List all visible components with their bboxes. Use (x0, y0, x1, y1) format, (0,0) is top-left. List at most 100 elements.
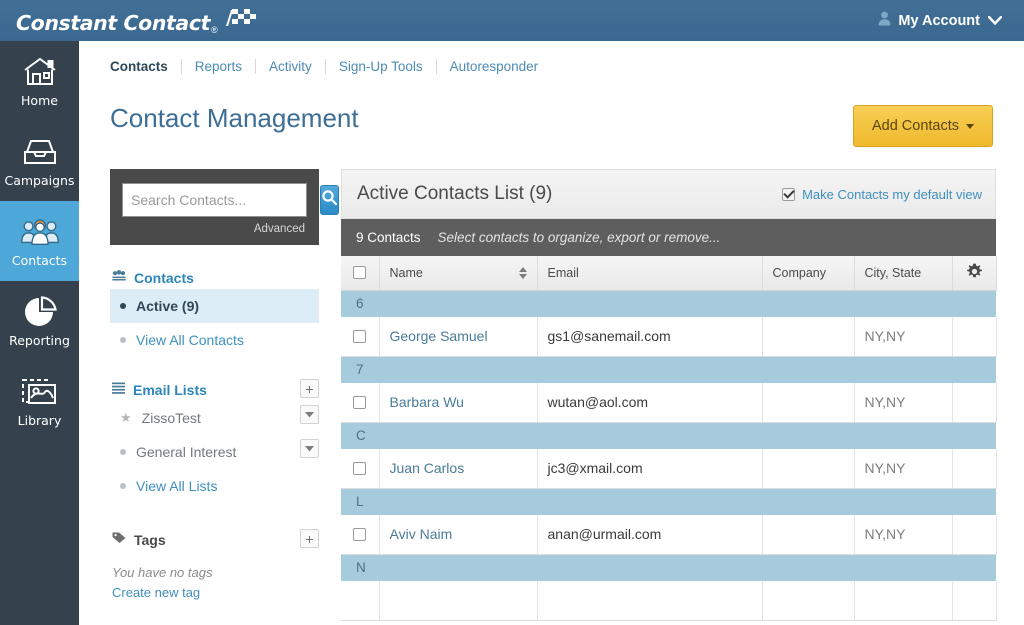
table-row[interactable]: George Samuel gs1@sanemail.com NY,NY (341, 317, 996, 356)
group-header-label: N (341, 554, 996, 581)
row-name[interactable]: Barbara Wu (379, 383, 537, 422)
table-row[interactable]: Juan Carlos jc3@xmail.com NY,NY (341, 449, 996, 488)
zissotest-dropdown-button[interactable] (300, 405, 319, 424)
brand-logo[interactable]: Constant Contact ® (0, 6, 258, 35)
column-header-city-state[interactable]: City, State (854, 256, 952, 290)
sidebar-item-general-interest[interactable]: General Interest (110, 435, 319, 469)
row-city-state: NY,NY (854, 515, 952, 554)
my-account-menu[interactable]: My Account (878, 11, 1024, 30)
select-all-checkbox[interactable] (353, 266, 366, 279)
search-button[interactable] (320, 185, 339, 215)
default-view-label: Make Contacts my default view (802, 187, 982, 202)
row-name[interactable]: Aviv Naim (379, 515, 537, 554)
row-email: gs1@sanemail.com (537, 317, 762, 356)
search-row (122, 183, 307, 217)
active-contacts-label: Active (9) (136, 298, 199, 314)
sidebar-item-reporting[interactable]: Reporting (0, 281, 79, 361)
row-email: anan@urmail.com (537, 515, 762, 554)
row-select-cell[interactable] (341, 581, 379, 620)
top-header-bar: Constant Contact ® My Acc (0, 0, 1024, 41)
column-settings-header[interactable] (952, 256, 996, 290)
sidebar-item-zissotest[interactable]: ★ ZissoTest (110, 401, 319, 435)
default-view-checkbox[interactable] (782, 188, 795, 201)
bullet-icon (120, 483, 126, 489)
group-header-label: C (341, 422, 996, 449)
add-contacts-button[interactable]: Add Contacts (853, 105, 993, 147)
person-icon (878, 11, 891, 30)
sidebar-item-contacts-label: Contacts (12, 253, 67, 268)
group-header-row: L (341, 488, 996, 515)
campaigns-envelope-icon (21, 135, 59, 169)
advanced-search-link[interactable]: Advanced (122, 223, 307, 235)
table-row[interactable] (341, 581, 996, 620)
view-all-contacts-label: View All Contacts (136, 332, 244, 348)
contacts-people-icon (21, 215, 59, 249)
row-checkbox[interactable] (353, 528, 366, 541)
row-city-state (854, 581, 952, 620)
sidebar-item-view-all-lists[interactable]: View All Lists (110, 469, 319, 503)
column-header-name[interactable]: Name (379, 256, 537, 290)
sort-arrows-icon[interactable] (519, 267, 527, 279)
row-city-state: NY,NY (854, 383, 952, 422)
add-tag-button[interactable]: + (300, 529, 319, 548)
default-view-toggle[interactable]: Make Contacts my default view (782, 187, 982, 202)
row-checkbox[interactable] (353, 330, 366, 343)
library-image-icon (21, 375, 59, 409)
sidebar-item-contacts[interactable]: Contacts (0, 201, 79, 281)
group-header-label: 7 (341, 356, 996, 383)
row-actions (952, 449, 996, 488)
search-input[interactable] (123, 184, 320, 216)
row-city-state: NY,NY (854, 317, 952, 356)
row-name[interactable] (379, 581, 537, 620)
tab-activity[interactable]: Activity (256, 59, 326, 74)
sidebar-item-home[interactable]: Home (0, 41, 79, 121)
row-actions (952, 317, 996, 356)
row-company (762, 515, 854, 554)
sidebar-item-active-contacts[interactable]: Active (9) (110, 289, 319, 323)
general-interest-dropdown-button[interactable] (300, 439, 319, 458)
email-lists-section-header: Email Lists + (110, 379, 319, 401)
sidebar-item-home-label: Home (21, 93, 58, 108)
sidebar-item-library[interactable]: Library (0, 361, 79, 441)
star-icon: ★ (120, 410, 132, 426)
row-select-cell[interactable] (341, 449, 379, 488)
gear-icon[interactable] (966, 269, 983, 283)
contacts-panel-title: Active Contacts List (9) (357, 183, 552, 205)
column-header-company[interactable]: Company (762, 256, 854, 290)
bullet-icon (120, 449, 126, 455)
search-panel: Advanced (110, 169, 319, 245)
contacts-count: 9 Contacts (356, 230, 421, 245)
row-select-cell[interactable] (341, 383, 379, 422)
home-icon (21, 55, 59, 89)
email-lists-section-title: Email Lists (133, 382, 207, 398)
contacts-group-icon (112, 269, 126, 287)
tab-autoresponder[interactable]: Autoresponder (437, 59, 552, 74)
table-row[interactable]: Aviv Naim anan@urmail.com NY,NY (341, 515, 996, 554)
tab-contacts[interactable]: Contacts (110, 59, 182, 74)
row-select-cell[interactable] (341, 515, 379, 554)
tab-reports-label: Reports (195, 59, 242, 74)
reporting-piechart-icon (21, 295, 59, 329)
select-all-header[interactable] (341, 256, 379, 290)
tab-signup-tools[interactable]: Sign-Up Tools (326, 59, 437, 74)
group-header-row: 7 (341, 356, 996, 383)
sidebar-item-view-all-contacts[interactable]: View All Contacts (110, 323, 319, 357)
add-contacts-label: Add Contacts (872, 118, 959, 134)
sidebar-item-campaigns[interactable]: Campaigns (0, 121, 79, 201)
create-new-tag-link[interactable]: Create new tag (110, 585, 319, 600)
table-row[interactable]: Barbara Wu wutan@aol.com NY,NY (341, 383, 996, 422)
row-name[interactable]: Juan Carlos (379, 449, 537, 488)
add-email-list-button[interactable]: + (300, 379, 319, 398)
list-lines-icon (112, 381, 125, 399)
column-header-email[interactable]: Email (537, 256, 762, 290)
brand-logo-text: Constant Contact (16, 11, 210, 35)
row-checkbox[interactable] (353, 462, 366, 475)
tags-empty-text: You have no tags (110, 565, 319, 580)
row-select-cell[interactable] (341, 317, 379, 356)
caret-down-icon (966, 124, 974, 129)
tab-reports[interactable]: Reports (182, 59, 256, 74)
row-checkbox[interactable] (353, 396, 366, 409)
row-city-state: NY,NY (854, 449, 952, 488)
toolbar-hint: Select contacts to organize, export or r… (438, 230, 721, 245)
row-name[interactable]: George Samuel (379, 317, 537, 356)
